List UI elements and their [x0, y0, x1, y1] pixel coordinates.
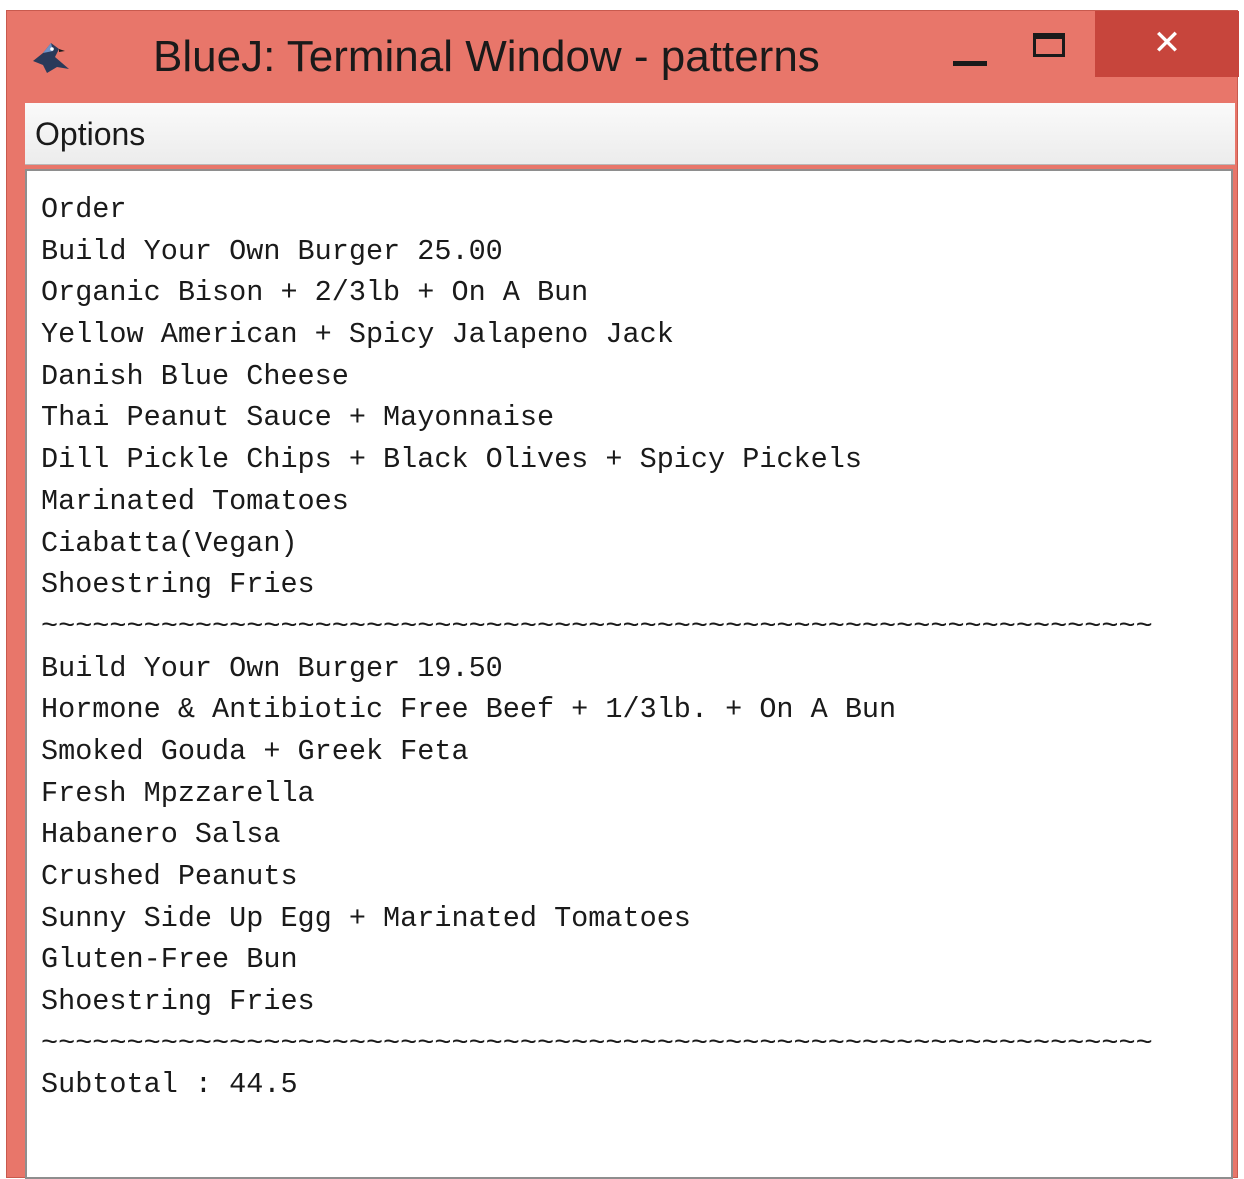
terminal-line: Sunny Side Up Egg + Marinated Tomatoes	[41, 901, 691, 935]
terminal-line: Shoestring Fries	[41, 568, 315, 602]
terminal-line: Hormone & Antibiotic Free Beef + 1/3lb. …	[41, 693, 897, 727]
minimize-button[interactable]	[935, 11, 1011, 77]
close-button[interactable]: ✕	[1095, 11, 1239, 77]
menu-options[interactable]: Options	[35, 113, 145, 155]
menu-bar: Options	[25, 103, 1235, 165]
terminal-line: Crushed Peanuts	[41, 860, 298, 893]
terminal-window: BlueJ: Terminal Window - patterns ✕ Opti…	[6, 10, 1239, 1179]
terminal-line: Build Your Own Burger 19.50	[41, 651, 503, 685]
bluej-bird-icon[interactable]	[29, 39, 73, 75]
terminal-lines: Order Build Your Own Burger 25.00 Organic …	[41, 189, 1153, 1106]
maximize-button[interactable]	[1017, 11, 1093, 77]
terminal-line: Danish Blue Cheese	[41, 359, 349, 393]
terminal-line: Thai Peanut Sauce + Mayonnaise	[41, 401, 555, 435]
terminal-line: Organic Bison + 2/3lb + On A Bun	[41, 276, 589, 310]
terminal-line: Build Your Own Burger 25.00	[41, 234, 503, 268]
terminal-line: Yellow American + Spicy Jalapeno Jack	[41, 318, 674, 352]
title-bar[interactable]: BlueJ: Terminal Window - patterns ✕	[7, 11, 1239, 103]
window-title: BlueJ: Terminal Window - patterns	[153, 32, 820, 81]
terminal-line: Dill Pickle Chips + Black Olives + Spicy…	[41, 443, 862, 477]
terminal-line: Habanero Salsa	[41, 818, 281, 852]
terminal-line: Fresh Mpzzarella	[41, 776, 315, 810]
terminal-output[interactable]: Order Build Your Own Burger 25.00 Organic …	[25, 169, 1233, 1179]
terminal-line: ~~~~~~~~~~~~~~~~~~~~~~~~~~~~~~~~~~~~~~~~…	[41, 1026, 1153, 1060]
maximize-icon	[1033, 33, 1065, 57]
terminal-line: Subtotal : 44.5	[41, 1068, 298, 1102]
terminal-line: Smoked Gouda + Greek Feta	[41, 734, 469, 768]
close-icon: ✕	[1152, 23, 1182, 63]
minimize-icon	[953, 61, 987, 66]
terminal-line: Shoestring Fries	[41, 985, 315, 1019]
terminal-line: Order	[41, 193, 127, 226]
terminal-line: Ciabatta(Vegan)	[41, 526, 298, 560]
terminal-line: ~~~~~~~~~~~~~~~~~~~~~~~~~~~~~~~~~~~~~~~~…	[41, 609, 1153, 643]
terminal-line: Marinated Tomatoes	[41, 484, 349, 518]
terminal-line: Gluten-Free Bun	[41, 943, 298, 977]
